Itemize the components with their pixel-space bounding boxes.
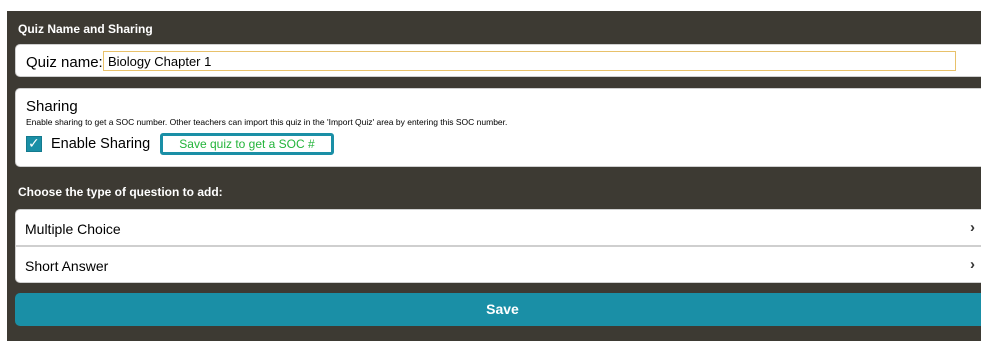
- quiz-name-input[interactable]: [103, 51, 956, 71]
- save-button[interactable]: Save: [15, 293, 981, 326]
- list-item-label: Multiple Choice: [25, 221, 121, 237]
- save-for-soc-button[interactable]: Save quiz to get a SOC #: [160, 133, 334, 155]
- quiz-section-title: Quiz Name and Sharing: [18, 22, 153, 36]
- enable-sharing-label[interactable]: Enable Sharing: [51, 136, 150, 152]
- question-type-short-answer[interactable]: Short Answer ›: [15, 246, 981, 283]
- question-type-title: Choose the type of question to add:: [18, 185, 223, 199]
- enable-sharing-checkbox[interactable]: ✓: [26, 135, 42, 152]
- quiz-settings-panel: Quiz Name and Sharing Quiz name: Sharing…: [7, 11, 981, 341]
- checkmark-icon: ✓: [28, 135, 40, 151]
- list-item-label: Short Answer: [25, 258, 109, 274]
- sharing-card: Sharing Enable sharing to get a SOC numb…: [15, 88, 981, 167]
- quiz-name-card: Quiz name:: [15, 44, 981, 77]
- quiz-name-label: Quiz name:: [26, 54, 103, 71]
- sharing-description: Enable sharing to get a SOC number. Othe…: [26, 117, 508, 127]
- chevron-right-icon: ›: [970, 219, 975, 236]
- question-type-multiple-choice[interactable]: Multiple Choice ›: [15, 209, 981, 246]
- sharing-title: Sharing: [26, 98, 78, 115]
- chevron-right-icon: ›: [970, 256, 975, 273]
